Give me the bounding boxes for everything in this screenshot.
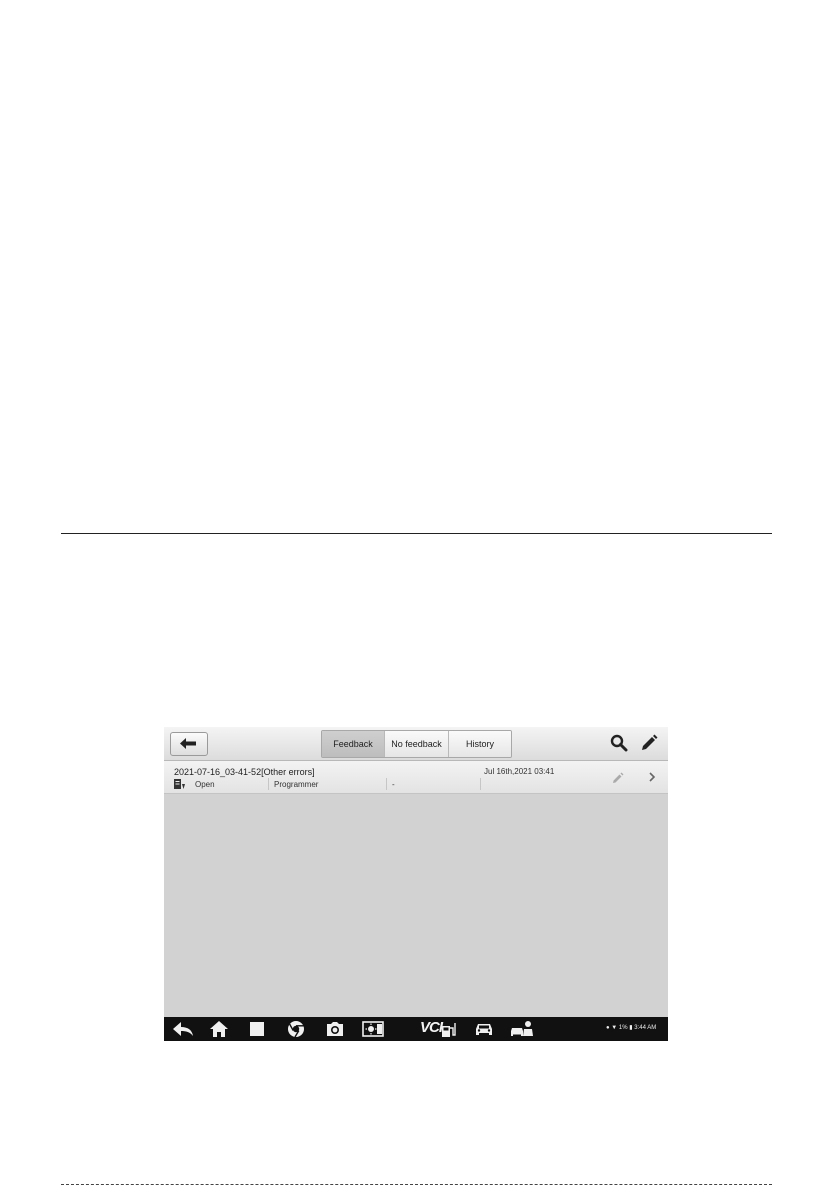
tab-feedback[interactable]: Feedback xyxy=(322,731,384,757)
system-status: ● ▼ 1% ▮ 3:44 AM xyxy=(606,1024,656,1031)
chrome-icon[interactable] xyxy=(287,1020,305,1038)
battery-icon: ▮ xyxy=(629,1025,633,1031)
record-title: 2021-07-16_03-41-52[Other errors] xyxy=(174,767,315,777)
record-date: Jul 16th,2021 03:41 xyxy=(484,767,555,776)
home-icon[interactable] xyxy=(209,1020,229,1038)
column-divider xyxy=(480,778,481,790)
edit-icon[interactable] xyxy=(612,772,624,784)
display-settings-icon[interactable] xyxy=(362,1020,384,1038)
edit-pencil-icon[interactable] xyxy=(640,734,658,752)
record-type: Programmer xyxy=(274,780,319,789)
notification-icon: ● xyxy=(606,1025,610,1031)
chevron-right-icon[interactable] xyxy=(648,772,656,782)
document-icon xyxy=(174,779,185,789)
battery-level: 1% xyxy=(618,1025,628,1031)
camera-icon[interactable] xyxy=(325,1020,345,1038)
search-icon[interactable] xyxy=(610,734,628,752)
gas-pump-icon[interactable] xyxy=(440,1020,458,1038)
tab-group: Feedback No feedback History xyxy=(321,730,512,758)
feedback-list-item[interactable]: 2021-07-16_03-41-52[Other errors] Jul 16… xyxy=(164,761,668,794)
wifi-icon: ▼ xyxy=(611,1025,618,1031)
vci-icon[interactable]: VCI xyxy=(420,1019,443,1036)
clock: 3:44 AM xyxy=(634,1025,657,1031)
column-divider xyxy=(386,778,387,790)
column-divider xyxy=(268,778,269,790)
horizontal-rule xyxy=(61,533,772,534)
car-person-icon[interactable] xyxy=(510,1020,534,1038)
android-navigation-bar: VCI ● ▼ 1% ▮ 3:44 AM xyxy=(164,1017,668,1041)
feedback-screen: Feedback No feedback History 2021-07-16_… xyxy=(164,727,668,1041)
back-arrow-icon xyxy=(180,738,196,749)
back-arrow-icon[interactable] xyxy=(172,1020,194,1038)
car-icon[interactable] xyxy=(474,1020,494,1038)
recent-apps-icon[interactable] xyxy=(248,1020,266,1038)
tab-history[interactable]: History xyxy=(448,731,511,757)
top-toolbar: Feedback No feedback History xyxy=(164,727,668,761)
dashed-footer-rule xyxy=(61,1184,772,1185)
record-status: Open xyxy=(195,780,215,789)
record-extra: - xyxy=(392,780,395,789)
tab-no-feedback[interactable]: No feedback xyxy=(384,731,448,757)
back-button[interactable] xyxy=(170,732,208,756)
